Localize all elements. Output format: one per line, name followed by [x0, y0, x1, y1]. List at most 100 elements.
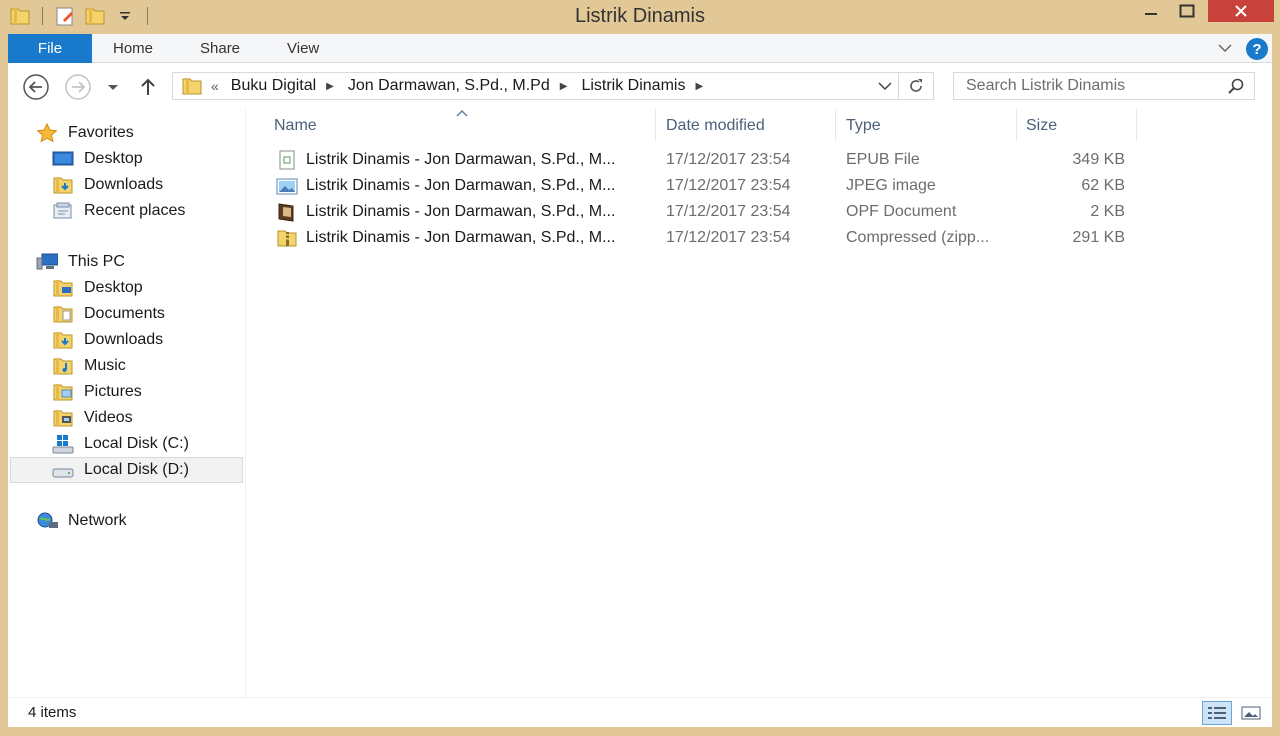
nav-this-pc-pictures[interactable]: Pictures [52, 380, 142, 404]
nav-this-pc-music[interactable]: Music [52, 354, 126, 378]
address-bar[interactable]: « Buku Digital ▶ Jon Darmawan, S.Pd., M.… [172, 72, 934, 100]
breadcrumb-listrik-dinamis[interactable]: Listrik Dinamis [581, 77, 685, 95]
file-date: 17/12/2017 23:54 [666, 203, 791, 220]
file-date: 17/12/2017 23:54 [666, 177, 791, 194]
close-button[interactable] [1208, 0, 1274, 22]
file-row[interactable]: Listrik Dinamis - Jon Darmawan, S.Pd., M… [270, 148, 1150, 172]
file-size: 62 KB [1081, 177, 1125, 194]
search-icon[interactable] [1228, 78, 1244, 99]
minimize-button[interactable] [1136, 0, 1166, 22]
nav-this-pc-documents[interactable]: Documents [52, 302, 165, 326]
tab-home[interactable]: Home [113, 40, 153, 57]
nav-label: Local Disk (C:) [84, 435, 189, 452]
up-button[interactable] [136, 73, 160, 101]
desktop-icon [52, 149, 74, 169]
downloads-folder-icon [52, 330, 74, 350]
expand-ribbon-icon[interactable] [1218, 40, 1232, 58]
breadcrumb-jon-darmawan[interactable]: Jon Darmawan, S.Pd., M.Pd [348, 77, 550, 95]
nav-label: Desktop [84, 150, 143, 167]
file-date: 17/12/2017 23:54 [666, 229, 791, 246]
file-row[interactable]: Listrik Dinamis - Jon Darmawan, S.Pd., M… [270, 174, 1150, 198]
tab-share[interactable]: Share [200, 40, 240, 57]
column-header-name[interactable]: Name [274, 117, 317, 135]
maximize-button[interactable] [1172, 0, 1202, 22]
documents-folder-icon [52, 304, 74, 324]
pictures-folder-icon [52, 382, 74, 402]
nav-network-label: Network [68, 512, 127, 529]
back-button[interactable] [22, 73, 50, 101]
column-divider[interactable] [835, 109, 836, 141]
breadcrumb-overflow[interactable]: « [211, 78, 219, 94]
desktop-folder-icon [52, 278, 74, 298]
nav-this-pc-downloads[interactable]: Downloads [52, 328, 163, 352]
nav-label: Videos [84, 409, 133, 426]
chevron-right-icon[interactable]: ▶ [326, 81, 334, 92]
nav-favorites-recent-places[interactable]: Recent places [52, 199, 185, 223]
large-icons-view-button[interactable] [1236, 701, 1266, 725]
tab-view[interactable]: View [287, 40, 319, 57]
file-row[interactable]: Listrik Dinamis - Jon Darmawan, S.Pd., M… [270, 200, 1150, 224]
folder-icon [181, 76, 203, 96]
recent-places-icon [52, 201, 74, 221]
recent-locations-button[interactable] [104, 73, 122, 101]
nav-label: Pictures [84, 383, 142, 400]
search-box [953, 72, 1255, 100]
chevron-right-icon[interactable]: ▶ [695, 81, 703, 92]
explorer-window: Listrik Dinamis File Home Share View ? «… [0, 0, 1280, 736]
breadcrumb-buku-digital[interactable]: Buku Digital [231, 77, 316, 95]
file-list: Name Date modified Type Size Listrik Din… [246, 109, 1272, 697]
nav-this-pc-local-disk-d[interactable]: Local Disk (D:) [10, 457, 243, 483]
navigation-pane: Favorites Desktop Downloads Recent place… [8, 109, 246, 697]
navigation-bar: « Buku Digital ▶ Jon Darmawan, S.Pd., M.… [8, 63, 1272, 109]
file-type: OPF Document [846, 203, 957, 220]
nav-label: Music [84, 357, 126, 374]
column-header-size[interactable]: Size [1026, 117, 1057, 135]
large-icons-view-icon [1241, 706, 1261, 720]
nav-this-pc[interactable]: This PC [36, 250, 125, 274]
window-title: Listrik Dinamis [574, 5, 706, 27]
nav-label: Local Disk (D:) [84, 461, 189, 478]
nav-label: Downloads [84, 176, 164, 193]
column-divider[interactable] [655, 109, 656, 141]
nav-label: Recent places [84, 202, 186, 219]
chevron-down-icon[interactable] [872, 81, 898, 91]
forward-button[interactable] [64, 73, 92, 101]
nav-this-pc-desktop[interactable]: Desktop [52, 276, 143, 300]
refresh-icon[interactable] [899, 78, 933, 94]
column-divider[interactable] [1016, 109, 1017, 141]
nav-network[interactable]: Network [36, 509, 127, 533]
file-row[interactable]: Listrik Dinamis - Jon Darmawan, S.Pd., M… [270, 226, 1150, 250]
computer-icon [36, 252, 58, 272]
item-count: 4 items [28, 704, 77, 721]
star-icon [36, 123, 58, 143]
column-header-date-modified[interactable]: Date modified [666, 117, 765, 135]
file-name: Listrik Dinamis - Jon Darmawan, S.Pd., M… [306, 177, 616, 194]
column-divider[interactable] [1136, 109, 1137, 141]
nav-this-pc-videos[interactable]: Videos [52, 406, 133, 430]
file-name: Listrik Dinamis - Jon Darmawan, S.Pd., M… [306, 151, 616, 168]
status-bar: 4 items [8, 697, 1272, 727]
epub-file-icon [276, 150, 298, 170]
tab-file[interactable]: File [8, 34, 92, 63]
nav-favorites-label: Favorites [68, 124, 134, 141]
title-bar: Listrik Dinamis [0, 0, 1280, 34]
nav-this-pc-local-disk-c[interactable]: Local Disk (C:) [52, 432, 189, 456]
file-type: JPEG image [846, 177, 936, 194]
ribbon-controls: ? [1218, 38, 1268, 60]
details-view-button[interactable] [1202, 701, 1232, 725]
drive-icon [52, 460, 74, 480]
nav-favorites-desktop[interactable]: Desktop [52, 147, 143, 171]
file-type: EPUB File [846, 151, 920, 168]
nav-favorites[interactable]: Favorites [36, 121, 134, 145]
help-icon[interactable]: ? [1246, 38, 1268, 60]
music-folder-icon [52, 356, 74, 376]
nav-label: Documents [84, 305, 165, 322]
network-icon [36, 511, 58, 531]
search-input[interactable] [966, 77, 1216, 95]
chevron-right-icon[interactable]: ▶ [560, 81, 568, 92]
nav-favorites-downloads[interactable]: Downloads [52, 173, 163, 197]
column-header-type[interactable]: Type [846, 117, 881, 135]
sort-ascending-icon [456, 109, 468, 120]
nav-label: Desktop [84, 279, 143, 296]
opf-file-icon [276, 202, 298, 222]
